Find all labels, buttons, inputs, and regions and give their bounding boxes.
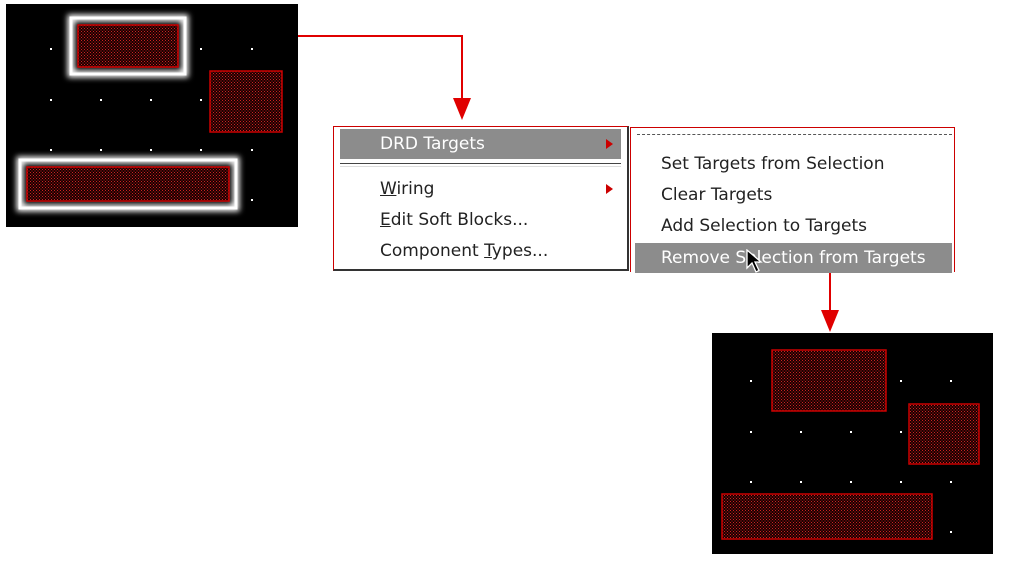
canvas-before-drawing — [16, 14, 283, 212]
submenu-item-set-targets[interactable]: Set Targets from Selection — [635, 149, 952, 179]
grid-dot — [900, 431, 902, 433]
submenu-arrow-icon — [606, 184, 613, 194]
menu-mnemonic: E — [380, 210, 391, 230]
grid-dot — [800, 431, 802, 433]
tearoff-line[interactable] — [637, 134, 952, 135]
grid-dot — [50, 48, 52, 50]
submenu-item-label: Remove Selection from Targets — [661, 248, 926, 268]
menu-item-wiring[interactable]: Wiring — [340, 174, 621, 204]
context-menu: DRD Targets Wiring Edit Soft Blocks... C… — [333, 126, 629, 271]
submenu-item-label: Clear Targets — [661, 185, 773, 205]
submenu-item-label: Add Selection to Targets — [661, 216, 867, 236]
soft-block-top[interactable] — [771, 349, 887, 412]
submenu-arrow-icon — [606, 139, 613, 149]
grid-dot — [150, 99, 152, 101]
layout-canvas-after[interactable] — [712, 333, 993, 554]
grid-dot — [850, 481, 852, 483]
menu-item-label: ypes... — [491, 241, 549, 261]
menu-mnemonic: W — [380, 179, 397, 199]
soft-block-bottom[interactable] — [26, 166, 230, 202]
arrow-head-icon — [453, 98, 471, 120]
grid-dot — [750, 481, 752, 483]
grid-dot — [200, 48, 202, 50]
grid-dot — [950, 531, 952, 533]
menu-separator — [340, 163, 621, 167]
grid-dot — [900, 481, 902, 483]
grid-dot — [950, 481, 952, 483]
soft-block-right[interactable] — [908, 403, 980, 465]
grid-dot — [50, 149, 52, 151]
menu-item-label: Component — [380, 241, 485, 261]
submenu-item-label: Set Targets from Selection — [661, 154, 885, 174]
arrow-head-icon — [821, 310, 839, 332]
submenu-item-remove-selection[interactable]: Remove Selection from Targets — [635, 243, 952, 273]
grid-dot — [251, 48, 253, 50]
soft-block-top[interactable] — [77, 24, 179, 68]
grid-dot — [200, 149, 202, 151]
submenu-item-add-selection[interactable]: Add Selection to Targets — [635, 211, 952, 241]
grid-dot — [150, 149, 152, 151]
canvas-after-drawing — [721, 349, 980, 540]
menu-item-edit-soft-blocks[interactable]: Edit Soft Blocks... — [340, 205, 621, 235]
soft-block-bottom[interactable] — [721, 493, 933, 540]
grid-dot — [100, 99, 102, 101]
soft-block-right[interactable] — [209, 70, 283, 133]
grid-dot — [850, 431, 852, 433]
drd-targets-submenu: Set Targets from Selection Clear Targets… — [630, 127, 955, 273]
grid-dot — [50, 99, 52, 101]
layout-canvas-before[interactable] — [6, 4, 298, 227]
grid-dot — [750, 380, 752, 382]
grid-dot — [800, 481, 802, 483]
menu-item-drd-targets[interactable]: DRD Targets — [340, 129, 621, 159]
mouse-pointer-icon — [746, 249, 763, 273]
menu-mnemonic: T — [484, 241, 492, 261]
submenu-item-clear-targets[interactable]: Clear Targets — [635, 180, 952, 210]
grid-dot — [950, 380, 952, 382]
menu-item-label: DRD Targets — [380, 134, 485, 154]
menu-item-label: dit Soft Blocks... — [390, 210, 529, 230]
grid-dot — [251, 149, 253, 151]
arrow-to-menu — [298, 35, 463, 100]
grid-dot — [900, 380, 902, 382]
grid-dot — [251, 199, 253, 201]
grid-dot — [100, 149, 102, 151]
grid-dot — [200, 99, 202, 101]
grid-dot — [750, 431, 752, 433]
menu-item-component-types[interactable]: Component Types... — [340, 236, 621, 266]
menu-item-label: iring — [396, 179, 435, 199]
